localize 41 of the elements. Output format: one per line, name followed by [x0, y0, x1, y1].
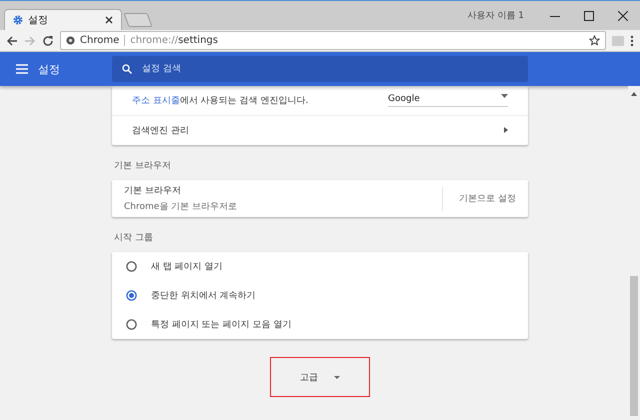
- tab-title: 설정: [28, 14, 49, 27]
- address-bar[interactable]: Chrome chrome://settings: [60, 31, 606, 50]
- section-heading: 기본 브라우저: [113, 160, 172, 173]
- radio-button[interactable]: [126, 261, 137, 272]
- search-engine-description: 주소 표시줄에서 사용되는 검색 엔진입니다.: [132, 95, 308, 107]
- radio-label[interactable]: 새 탭 페이지 열기: [151, 260, 223, 273]
- close-icon[interactable]: [105, 16, 113, 24]
- chevron-right-icon: [504, 126, 508, 132]
- make-default-button[interactable]: 기본으로 설정: [442, 186, 528, 210]
- setting-description: Chrome을 기본 브라우저로: [124, 201, 238, 213]
- menu-icon[interactable]: [630, 34, 634, 46]
- back-arrow-icon[interactable]: [6, 34, 18, 46]
- radio-button[interactable]: [126, 319, 137, 330]
- star-icon[interactable]: [589, 35, 600, 46]
- manage-search-engines-row[interactable]: 검색엔진 관리: [112, 115, 528, 145]
- chrome-icon: [66, 36, 75, 45]
- radio-button[interactable]: [126, 290, 137, 301]
- menu-icon[interactable]: [16, 64, 28, 74]
- address-bar-link[interactable]: 주소 표시줄: [132, 96, 180, 106]
- close-icon[interactable]: [618, 10, 628, 20]
- url-scheme: chrome://: [130, 35, 178, 46]
- browser-tab[interactable]: 설정: [4, 9, 122, 30]
- radio-label[interactable]: 중단한 위치에서 계속하기: [151, 289, 256, 302]
- profile-name[interactable]: 사용자 이름 1: [468, 9, 524, 22]
- maximize-icon[interactable]: [584, 10, 594, 20]
- dropdown-caret-icon: [334, 376, 340, 378]
- section-heading: 시작 그룹: [113, 232, 154, 245]
- search-field[interactable]: 설정 검색: [112, 56, 528, 82]
- dropdown-caret-icon: [501, 94, 508, 98]
- page-title: 설정: [38, 62, 60, 76]
- reload-icon[interactable]: [42, 34, 54, 46]
- gear-icon: [13, 15, 23, 25]
- url-path: settings: [178, 35, 218, 46]
- advanced-toggle[interactable]: 고급: [270, 357, 370, 397]
- scroll-up-icon[interactable]: [631, 92, 637, 96]
- search-engine-dropdown[interactable]: Google: [388, 94, 508, 107]
- site-label: Chrome: [80, 35, 120, 46]
- scrollbar-thumb[interactable]: [630, 276, 638, 416]
- setting-title: 기본 브라우저: [124, 185, 182, 197]
- search-icon: [122, 64, 132, 74]
- radio-label[interactable]: 특정 페이지 또는 페이지 모음 열기: [151, 318, 292, 331]
